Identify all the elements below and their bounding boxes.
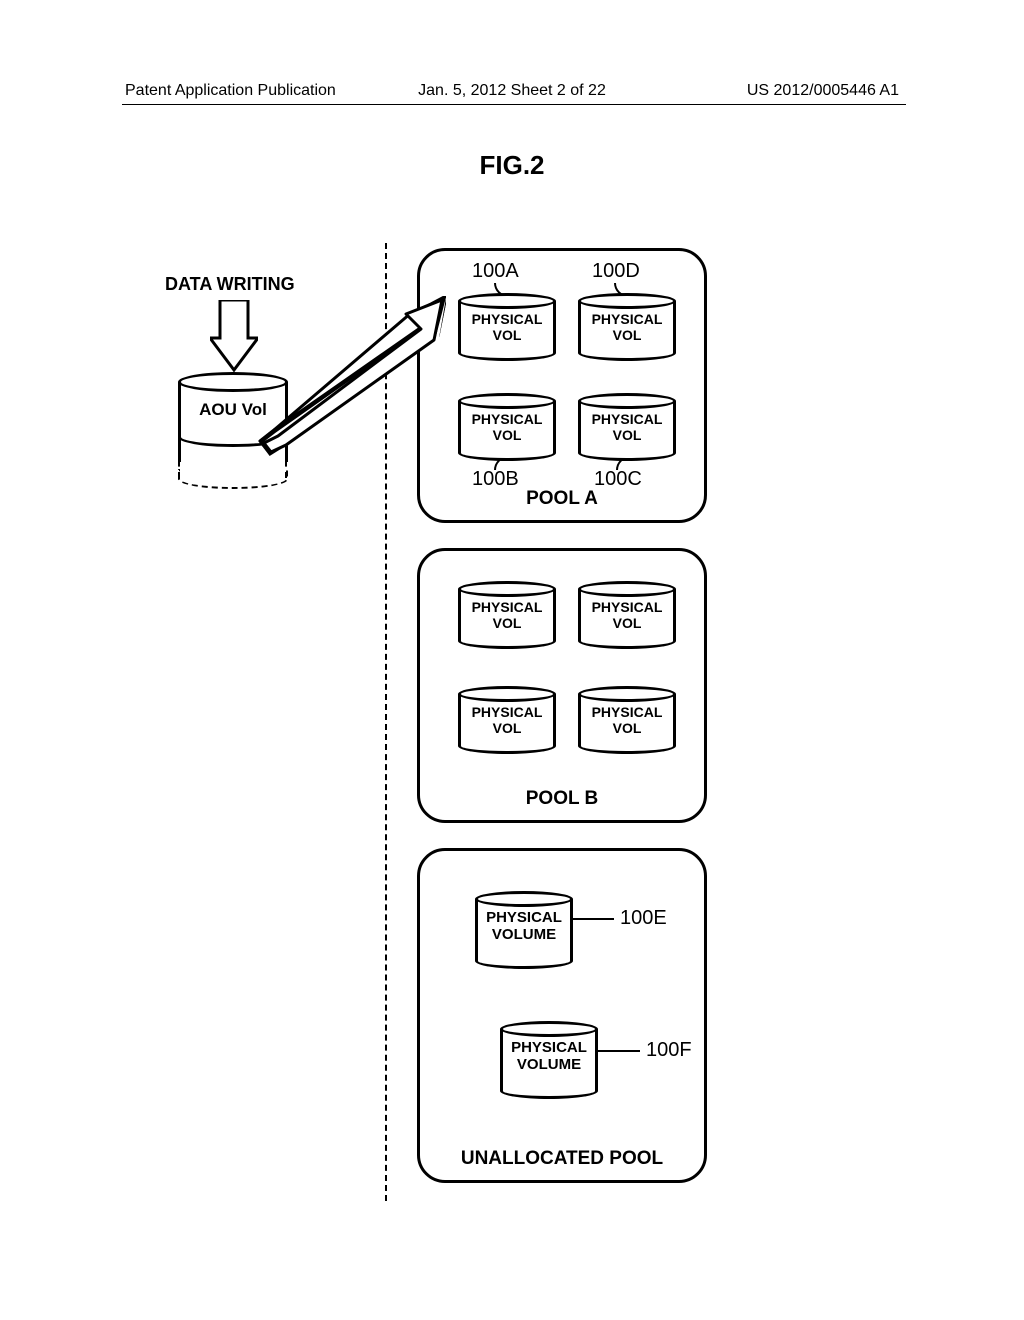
pool-b-label: POOL B bbox=[420, 788, 704, 810]
unallocated-pool-label: UNALLOCATED POOL bbox=[420, 1148, 704, 1170]
figure-title: FIG.2 bbox=[479, 150, 544, 181]
unallocated-pool: PHYSICALVOLUME PHYSICALVOLUME UNALLOCATE… bbox=[417, 848, 707, 1183]
callout-100c: 100C bbox=[594, 468, 642, 491]
callout-100b: 100B bbox=[472, 468, 519, 491]
pool-b: PHYSICALVOL PHYSICALVOL PHYSICALVOL PHYS… bbox=[417, 548, 707, 823]
header-left: Patent Application Publication bbox=[125, 82, 336, 100]
header-center: Jan. 5, 2012 Sheet 2 of 22 bbox=[418, 82, 606, 100]
down-arrow-icon bbox=[210, 300, 258, 377]
callout-100e: 100E bbox=[620, 907, 667, 930]
callout-100d: 100D bbox=[592, 260, 640, 283]
pool-a-label: POOL A bbox=[420, 488, 704, 510]
allocation-arrow-icon bbox=[256, 296, 446, 461]
header-rule bbox=[122, 104, 906, 105]
data-writing-label: DATA WRITING bbox=[165, 274, 295, 295]
callout-100f: 100F bbox=[646, 1039, 692, 1062]
page-header: Patent Application Publication Jan. 5, 2… bbox=[0, 82, 1024, 100]
header-right: US 2012/0005446 A1 bbox=[747, 82, 899, 100]
callout-100a: 100A bbox=[472, 260, 519, 283]
pool-a: PHYSICALVOL PHYSICALVOL PHYSICALVOL PHYS… bbox=[417, 248, 707, 523]
